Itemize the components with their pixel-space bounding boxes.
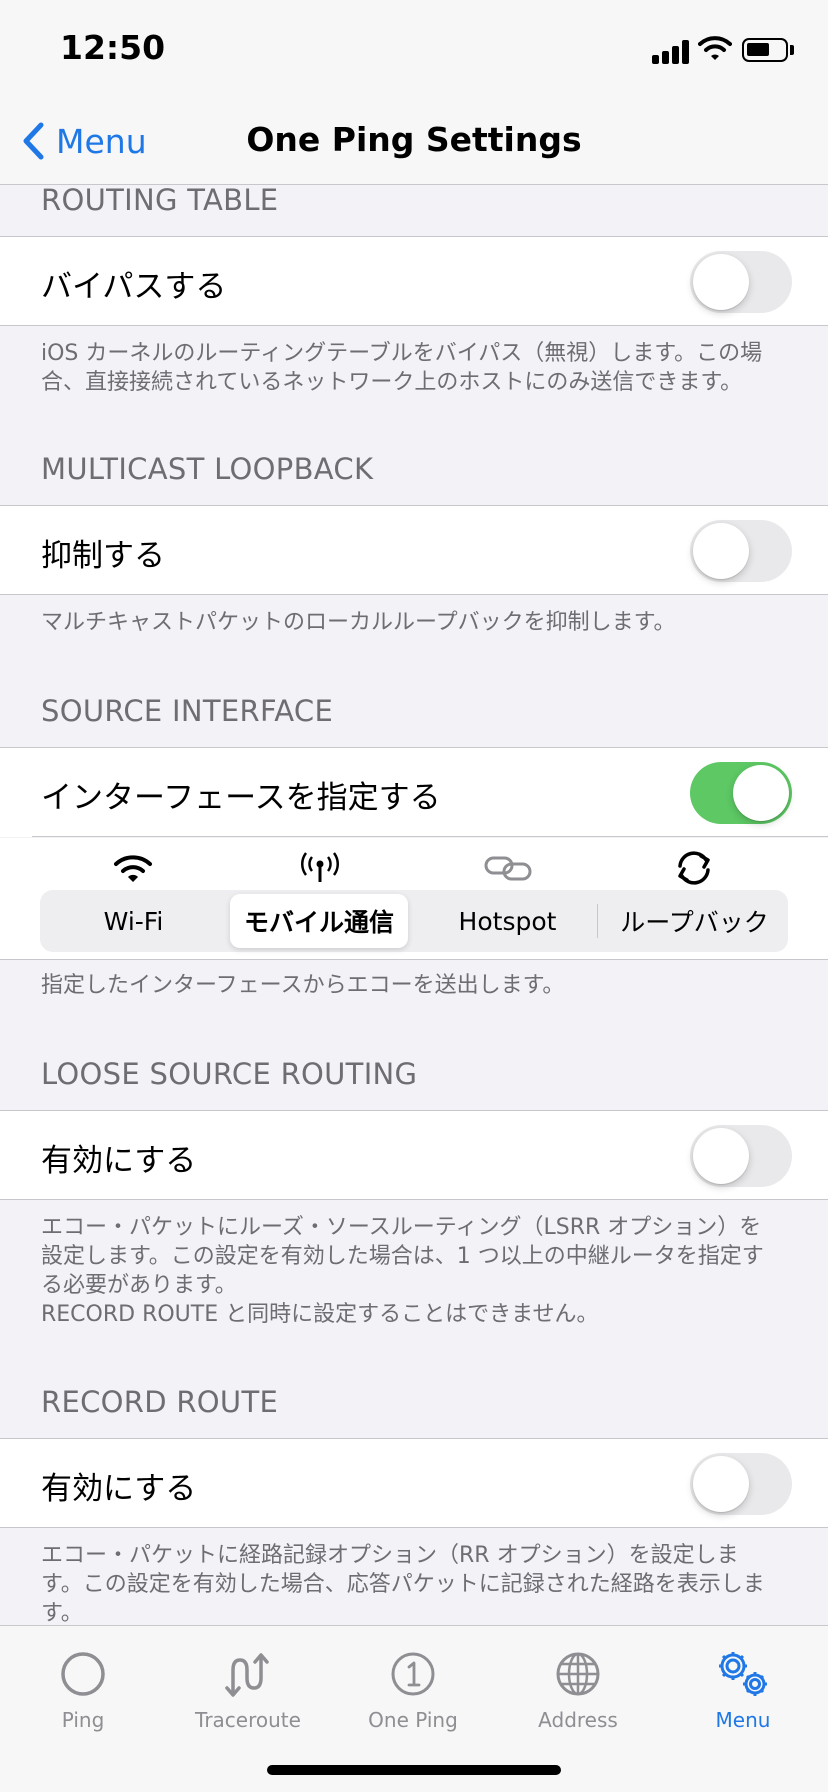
traceroute-icon [165,1642,331,1706]
tab-one-ping[interactable]: One Ping [330,1642,496,1752]
lsrr-toggle[interactable] [690,1125,792,1187]
tab-label: One Ping [368,1708,458,1732]
tab-label: Traceroute [195,1708,301,1732]
suppress-toggle[interactable] [690,520,792,582]
cell-specify-interface: インターフェースを指定する [0,747,828,837]
tab-address[interactable]: Address [495,1642,661,1752]
cell-divider [32,836,828,837]
section-header-record-route: RECORD ROUTE [41,1385,279,1419]
section-header-routing-table: ROUTING TABLE [41,185,279,217]
toggle-knob [693,1456,749,1512]
toggle-knob [733,765,789,821]
loop-icon [664,848,724,888]
globe-icon [495,1642,661,1706]
battery-icon [742,38,788,62]
toggle-knob [693,254,749,310]
segment-mobile[interactable]: モバイル通信 [230,894,408,948]
interface-picker: Wi-Fi モバイル通信 Hotspot ループバック [0,838,828,960]
tab-traceroute[interactable]: Traceroute [165,1642,331,1752]
gears-icon [660,1642,826,1706]
bypass-toggle[interactable] [690,251,792,313]
status-time: 12:50 [60,28,166,67]
cell-enable-lsrr: 有効にする [0,1110,828,1200]
tab-label: Ping [61,1708,105,1732]
home-indicator [267,1765,561,1775]
enable-record-route-label: 有効にする [41,1471,197,1507]
routing-table-footer: iOS カーネルのルーティングテーブルをバイパス（無視）します。この場 合、直接… [41,341,763,395]
specify-interface-toggle[interactable] [690,762,792,824]
cell-bypass-routing: バイパスする [0,236,828,326]
toggle-knob [693,523,749,579]
record-route-toggle[interactable] [690,1453,792,1515]
segment-separator [597,904,598,938]
source-interface-footer: 指定したインターフェースからエコーを送出します。 [41,973,565,998]
segment-wifi[interactable]: Wi-Fi [40,890,227,952]
section-header-multicast-loopback: MULTICAST LOOPBACK [41,452,374,486]
cell-suppress-loopback: 抑制する [0,505,828,595]
multicast-loopback-footer: マルチキャストパケットのローカルループバックを抑制します。 [41,610,676,635]
settings-list[interactable]: ROUTING TABLE バイパスする iOS カーネルのルーティングテーブル… [0,185,828,1625]
tab-label: Menu [715,1708,771,1732]
toggle-knob [693,1128,749,1184]
section-header-loose-source-routing: LOOSE SOURCE ROUTING [41,1057,418,1091]
enable-lsrr-label: 有効にする [41,1143,197,1179]
bypass-label: バイパスする [41,269,227,305]
segment-hotspot[interactable]: Hotspot [414,890,601,952]
one-ping-icon [330,1642,496,1706]
navigation-bar: Menu One Ping Settings [0,100,828,185]
cell-enable-record-route: 有効にする [0,1438,828,1528]
antenna-icon [290,848,350,888]
loose-source-routing-footer: エコー・パケットにルーズ・ソースルーティング（LSRR オプション）を 設定しま… [41,1215,764,1327]
cellular-signal-icon [652,40,692,64]
tab-label: Address [538,1708,618,1732]
suppress-label: 抑制する [41,538,165,574]
section-header-source-interface: SOURCE INTERFACE [41,694,334,728]
page-title: One Ping Settings [246,120,582,159]
segment-loopback[interactable]: ループバック [601,890,788,952]
specify-interface-label: インターフェースを指定する [41,780,441,816]
tab-menu[interactable]: Menu [660,1642,826,1752]
wifi-status-icon [698,36,732,60]
circle-icon [0,1642,166,1706]
tab-ping[interactable]: Ping [0,1642,166,1752]
link-icon [478,848,538,888]
wifi-icon [103,848,163,888]
interface-segmented-control[interactable]: Wi-Fi モバイル通信 Hotspot ループバック [40,890,788,952]
record-route-footer: エコー・パケットに経路記録オプション（RR オプション）を設定しま す。この設定… [41,1543,765,1625]
status-bar: 12:50 [0,0,828,100]
battery-nub [790,45,794,55]
